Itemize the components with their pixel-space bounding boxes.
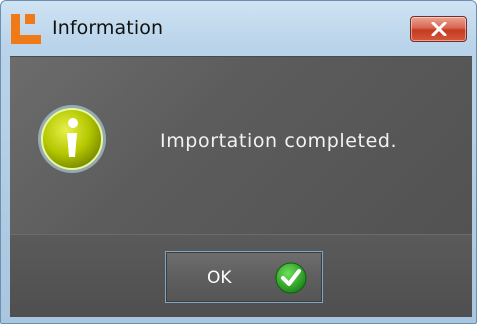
title-bar[interactable]: Information xyxy=(1,1,476,55)
close-icon xyxy=(431,22,446,36)
dialog-window: Information Importation completed. OK xyxy=(0,0,477,324)
ok-label: OK xyxy=(207,268,232,288)
button-bar: OK xyxy=(10,234,472,317)
checkmark-icon xyxy=(275,262,307,294)
window-title: Information xyxy=(52,17,164,39)
message-area: Importation completed. xyxy=(10,56,472,235)
message-text: Importation completed. xyxy=(160,130,398,152)
close-button[interactable] xyxy=(410,16,467,42)
ok-button[interactable]: OK xyxy=(165,251,323,303)
info-icon xyxy=(38,105,106,173)
app-logo-icon xyxy=(11,14,41,44)
